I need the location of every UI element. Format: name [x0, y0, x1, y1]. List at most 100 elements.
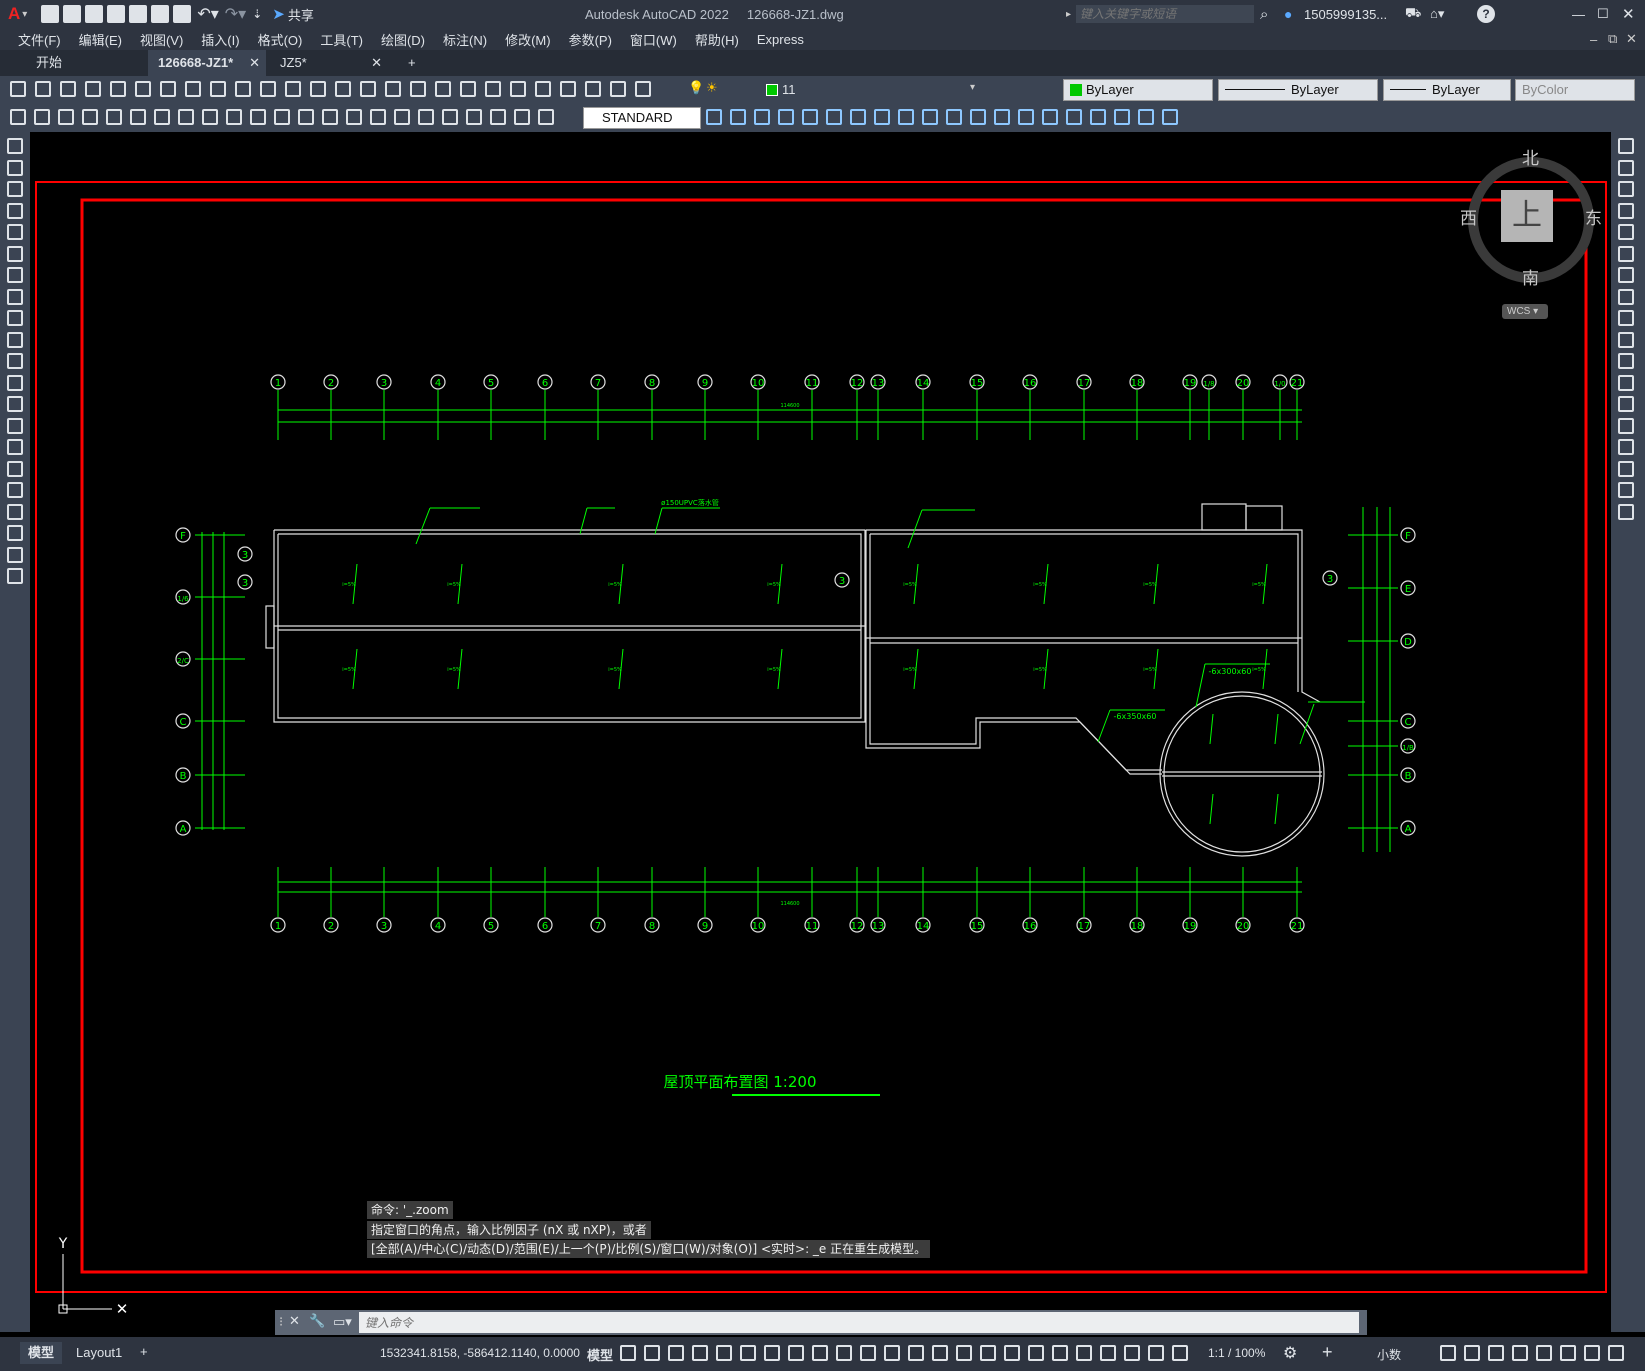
toolbar-tool-icon[interactable]: [1052, 1345, 1068, 1361]
color-dropdown[interactable]: ByLayer: [1063, 79, 1213, 101]
menu-parametric[interactable]: 参数(P): [569, 30, 612, 49]
toolbar-tool-icon[interactable]: [7, 439, 23, 455]
toolbar-tool-icon[interactable]: [60, 81, 76, 97]
settings-gear-icon[interactable]: ⚙: [1283, 1343, 1297, 1363]
toolbar-tool-icon[interactable]: [322, 109, 338, 125]
toolbar-tool-icon[interactable]: [250, 109, 266, 125]
layer-dropdown[interactable]: [682, 79, 982, 101]
new-file-icon[interactable]: [41, 5, 60, 23]
menu-format[interactable]: 格式(O): [258, 30, 303, 49]
toolbar-tool-icon[interactable]: [1124, 1345, 1140, 1361]
toolbar-tool-icon[interactable]: [1488, 1345, 1504, 1361]
toolbar-tool-icon[interactable]: [235, 81, 251, 97]
layer-dropdown-chevron-icon[interactable]: ▾: [970, 82, 975, 93]
toolbar-tool-icon[interactable]: [716, 1345, 732, 1361]
doc-restore-icon[interactable]: ⧉: [1608, 31, 1617, 47]
toolbar-tool-icon[interactable]: [644, 1345, 660, 1361]
toolbar-tool-icon[interactable]: [740, 1345, 756, 1361]
toolbar-tool-icon[interactable]: [106, 109, 122, 125]
toolbar-tool-icon[interactable]: [1042, 109, 1058, 125]
toolbar-tool-icon[interactable]: [535, 81, 551, 97]
toolbar-tool-icon[interactable]: [130, 109, 146, 125]
save-as-icon[interactable]: [107, 5, 126, 23]
command-close-icon[interactable]: ✕: [289, 1313, 300, 1329]
doc-minimize-icon[interactable]: –: [1590, 32, 1597, 47]
search-expand-icon[interactable]: ▸: [1066, 9, 1071, 20]
toolbar-tool-icon[interactable]: [932, 1345, 948, 1361]
menu-dimension[interactable]: 标注(N): [443, 30, 487, 49]
toolbar-tool-icon[interactable]: [7, 503, 23, 520]
toolbar-tool-icon[interactable]: [160, 81, 176, 97]
toolbar-tool-icon[interactable]: [34, 109, 50, 125]
toolbar-tool-icon[interactable]: [185, 81, 201, 97]
model-tab[interactable]: 模型: [20, 1342, 63, 1364]
new-layout-icon[interactable]: +: [140, 1344, 148, 1359]
toolbar-tool-icon[interactable]: [1464, 1345, 1480, 1361]
toolbar-tool-icon[interactable]: [1512, 1345, 1528, 1361]
toolbar-tool-icon[interactable]: [154, 109, 170, 125]
toolbar-tool-icon[interactable]: [226, 109, 242, 125]
toolbar-tool-icon[interactable]: [1028, 1345, 1044, 1361]
coordinates-readout[interactable]: 1532341.8158, -586412.1140, 0.0000: [380, 1346, 580, 1360]
toolbar-tool-icon[interactable]: [10, 81, 26, 97]
a360-icon[interactable]: ⌂▾: [1430, 6, 1444, 22]
menu-file[interactable]: 文件(F): [18, 30, 61, 49]
doc-close-icon[interactable]: ✕: [1626, 31, 1637, 47]
toolbar-tool-icon[interactable]: [1018, 109, 1034, 125]
open-file-icon[interactable]: [63, 5, 82, 23]
menu-tools[interactable]: 工具(T): [320, 30, 363, 49]
toolbar-tool-icon[interactable]: [7, 245, 23, 262]
toolbar-tool-icon[interactable]: [7, 353, 23, 369]
plotstyle-dropdown[interactable]: ByColor: [1515, 79, 1635, 101]
toolbar-tool-icon[interactable]: [485, 81, 501, 97]
toolbar-tool-icon[interactable]: [85, 81, 101, 97]
web-save-icon[interactable]: [151, 5, 170, 23]
toolbar-tool-icon[interactable]: [510, 81, 526, 97]
toolbar-tool-icon[interactable]: [1618, 482, 1634, 498]
toolbar-tool-icon[interactable]: [706, 109, 722, 125]
compass-north[interactable]: 北: [1522, 144, 1539, 169]
toolbar-tool-icon[interactable]: [620, 1345, 636, 1361]
new-tab-button[interactable]: +: [402, 50, 428, 76]
annotation-scale[interactable]: 1:1 / 100%: [1208, 1346, 1265, 1360]
toolbar-tool-icon[interactable]: [812, 1345, 828, 1361]
tab-start[interactable]: 开始: [26, 50, 146, 76]
toolbar-tool-icon[interactable]: [7, 331, 23, 348]
toolbar-tool-icon[interactable]: [1138, 109, 1154, 125]
toolbar-tool-icon[interactable]: [754, 109, 770, 125]
minimize-icon[interactable]: —: [1572, 7, 1585, 22]
toolbar-tool-icon[interactable]: [7, 525, 23, 541]
linetype-dropdown[interactable]: ByLayer: [1218, 79, 1378, 101]
undo-icon[interactable]: ↶▾: [197, 4, 218, 24]
toolbar-tool-icon[interactable]: [922, 109, 938, 125]
toolbar-tool-icon[interactable]: [1148, 1345, 1164, 1361]
wcs-menu-button[interactable]: WCS ▾: [1502, 304, 1548, 319]
toolbar-tool-icon[interactable]: [1440, 1345, 1456, 1361]
toolbar-tool-icon[interactable]: [560, 81, 576, 97]
toolbar-tool-icon[interactable]: [1618, 439, 1634, 455]
toolbar-tool-icon[interactable]: [260, 81, 276, 97]
tab-126668-jz1[interactable]: 126668-JZ1* ✕: [148, 50, 266, 76]
help-icon[interactable]: ?: [1477, 5, 1495, 23]
command-customize-icon[interactable]: 🔧: [309, 1313, 325, 1329]
toolbar-tool-icon[interactable]: [635, 81, 651, 97]
toolbar-tool-icon[interactable]: [1066, 109, 1082, 125]
toolbar-tool-icon[interactable]: [994, 109, 1010, 125]
toolbar-tool-icon[interactable]: [1608, 1345, 1624, 1361]
toolbar-tool-icon[interactable]: [1618, 267, 1634, 283]
toolbar-tool-icon[interactable]: [110, 81, 126, 97]
autocad-logo-icon[interactable]: A: [8, 4, 20, 24]
toolbar-tool-icon[interactable]: [802, 109, 818, 125]
toolbar-tool-icon[interactable]: [7, 138, 23, 154]
toolbar-tool-icon[interactable]: [460, 81, 476, 97]
toolbar-tool-icon[interactable]: [58, 109, 74, 125]
tab-jz5[interactable]: JZ5* ✕: [270, 50, 388, 76]
web-open-icon[interactable]: [129, 5, 148, 23]
toolbar-tool-icon[interactable]: [7, 460, 23, 477]
toolbar-tool-icon[interactable]: [1162, 109, 1178, 125]
menu-draw[interactable]: 绘图(D): [381, 30, 425, 49]
toolbar-tool-icon[interactable]: [956, 1345, 972, 1361]
toolbar-tool-icon[interactable]: [1584, 1345, 1600, 1361]
toolbar-tool-icon[interactable]: [1618, 202, 1634, 219]
tab-close-icon[interactable]: ✕: [371, 50, 382, 76]
